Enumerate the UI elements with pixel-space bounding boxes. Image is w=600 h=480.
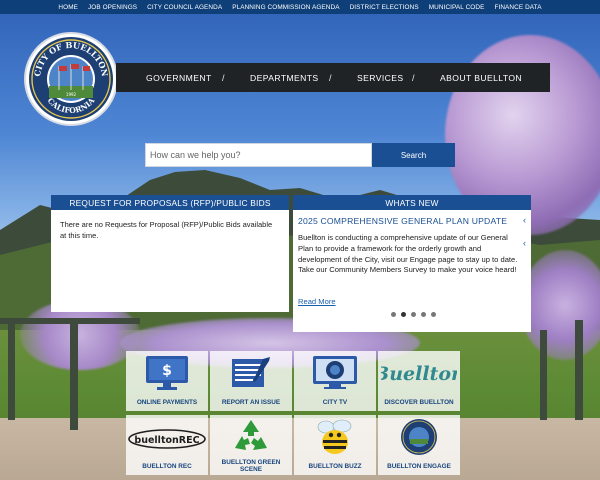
- tile-discover-buellton[interactable]: Buellton DISCOVER BUELLTON: [378, 351, 460, 411]
- topnav-job-openings[interactable]: JOB OPENINGS: [83, 4, 142, 11]
- tile-label: BUELLTON ENGAGE: [387, 462, 451, 470]
- city-seal-logo[interactable]: CITY OF BUELLTON CALIFORNIA 1992: [26, 34, 116, 124]
- main-nav: GOVERNMENT / DEPARTMENTS / SERVICES / AB…: [116, 63, 550, 92]
- topnav-home[interactable]: HOME: [53, 4, 83, 11]
- tile-online-payments[interactable]: $ ONLINE PAYMENTS: [126, 351, 208, 411]
- pergola-post: [575, 320, 583, 420]
- nav-separator: /: [222, 72, 225, 83]
- pergola-post: [540, 330, 547, 420]
- carousel-dot[interactable]: [391, 312, 396, 317]
- nav-separator: /: [412, 72, 415, 83]
- carousel-prev-icon[interactable]: ‹: [523, 215, 526, 225]
- seal-year: 1992: [66, 92, 77, 97]
- read-more-link[interactable]: Read More: [298, 297, 336, 306]
- buellton-rec-logo: buelltonREC: [126, 418, 208, 456]
- monitor-dollar-icon: $: [126, 354, 208, 392]
- rec-logo-text: buelltonREC: [134, 435, 199, 446]
- seal-graphic: CITY OF BUELLTON CALIFORNIA 1992: [29, 37, 113, 121]
- rfp-panel-body: There are no Requests for Proposal (RFP)…: [60, 220, 273, 240]
- search-button[interactable]: Search: [372, 143, 455, 167]
- carousel-dot[interactable]: [401, 312, 406, 317]
- topnav-finance-data[interactable]: FINANCE DATA: [489, 4, 546, 11]
- topnav-planning-commission-agenda[interactable]: PLANNING COMMISSION AGENDA: [227, 4, 344, 11]
- tile-label: CITY TV: [322, 398, 348, 406]
- nav-departments[interactable]: DEPARTMENTS: [250, 73, 319, 83]
- nav-about-buellton[interactable]: ABOUT BUELLTON: [440, 73, 522, 83]
- search-input[interactable]: [145, 143, 372, 167]
- nav-separator: /: [329, 72, 332, 83]
- bee-icon: [294, 418, 376, 456]
- tile-buellton-rec[interactable]: buelltonREC BUELLTON REC: [126, 415, 208, 475]
- recycle-icon: [210, 418, 292, 456]
- tile-label: BUELLTON REC: [142, 462, 192, 470]
- wisteria-tree: [520, 250, 600, 360]
- utility-nav: HOME JOB OPENINGS CITY COUNCIL AGENDA PL…: [0, 0, 600, 14]
- tile-buellton-buzz[interactable]: BUELLTON BUZZ: [294, 415, 376, 475]
- whats-new-panel: WHATS NEW 2025 COMPREHENSIVE GENERAL PLA…: [293, 195, 531, 332]
- tile-buellton-green-scene[interactable]: BUELLTON GREEN SCENE: [210, 415, 292, 475]
- svg-text:$: $: [162, 363, 172, 379]
- rfp-panel: REQUEST FOR PROPOSALS (RFP)/PUBLIC BIDS …: [51, 195, 289, 312]
- buellton-logo-text: Buellton: [381, 363, 457, 385]
- rfp-panel-title: REQUEST FOR PROPOSALS (RFP)/PUBLIC BIDS: [51, 195, 289, 210]
- carousel-dot[interactable]: [431, 312, 436, 317]
- tile-label: BUELLTON BUZZ: [308, 462, 362, 470]
- notepad-pencil-icon: [210, 354, 292, 392]
- engage-seal-icon: [378, 418, 460, 456]
- buellton-script-logo: Buellton: [378, 354, 460, 392]
- whats-new-title: WHATS NEW: [293, 195, 531, 210]
- topnav-municipal-code[interactable]: MUNICIPAL CODE: [424, 4, 490, 11]
- carousel-dot[interactable]: [411, 312, 416, 317]
- topnav-city-council-agenda[interactable]: CITY COUNCIL AGENDA: [142, 4, 227, 11]
- carousel-dots: [391, 312, 436, 317]
- tile-label: REPORT AN ISSUE: [221, 398, 281, 406]
- pergola-post: [8, 320, 15, 420]
- quick-links-grid: $ ONLINE PAYMENTS REPORT AN ISSUE CITY T…: [126, 351, 462, 477]
- topnav-district-elections[interactable]: DISTRICT ELECTIONS: [345, 4, 424, 11]
- carousel-dot[interactable]: [421, 312, 426, 317]
- tile-report-an-issue[interactable]: REPORT AN ISSUE: [210, 351, 292, 411]
- news-body: Buellton is conducting a comprehensive u…: [298, 233, 518, 275]
- pergola-post: [70, 320, 78, 430]
- tile-label: DISCOVER BUELLTON: [384, 398, 454, 406]
- tile-label: ONLINE PAYMENTS: [136, 398, 198, 406]
- site-search: Search: [145, 143, 455, 167]
- nav-government[interactable]: GOVERNMENT: [146, 73, 212, 83]
- news-headline[interactable]: 2025 COMPREHENSIVE GENERAL PLAN UPDATE: [298, 216, 507, 226]
- tile-label: BUELLTON GREEN SCENE: [221, 458, 281, 473]
- tile-buellton-engage[interactable]: BUELLTON ENGAGE: [378, 415, 460, 475]
- carousel-next-icon[interactable]: ‹: [523, 238, 526, 248]
- tile-city-tv[interactable]: CITY TV: [294, 351, 376, 411]
- tv-seal-icon: [294, 354, 376, 392]
- nav-services[interactable]: SERVICES: [357, 73, 404, 83]
